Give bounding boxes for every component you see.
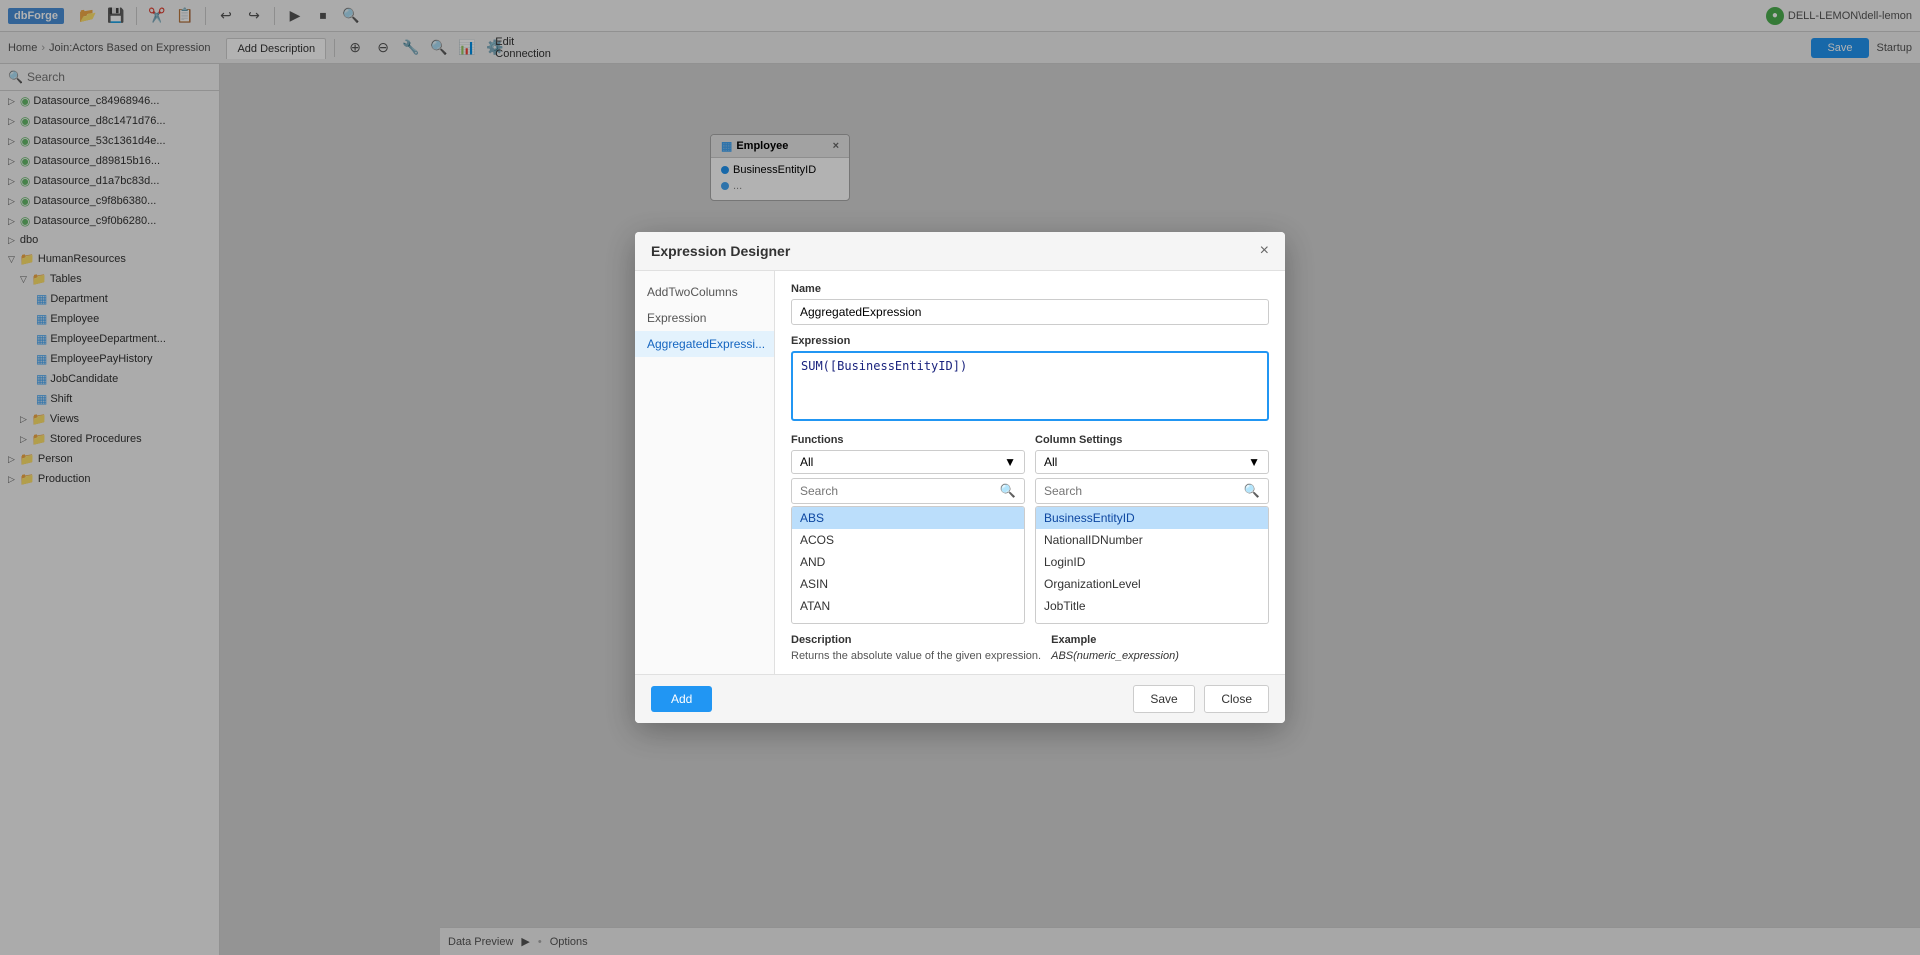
- column-settings-dropdown-value: All: [1044, 455, 1057, 469]
- example-text: ABS(numeric_expression): [1051, 650, 1179, 662]
- list-item[interactable]: BusinessEntityID: [1036, 507, 1268, 529]
- list-item[interactable]: OrganizationLevel: [1036, 573, 1268, 595]
- column-settings-list: BusinessEntityID NationalIDNumber LoginI…: [1035, 506, 1269, 624]
- column-settings-search-icon: 🔍: [1244, 483, 1260, 499]
- description-text: Returns the absolute value of the given …: [791, 650, 1041, 662]
- functions-section: Functions All ▼ 🔍 ABS ACOS AND: [791, 434, 1025, 624]
- modal-body: AddTwoColumns Expression AggregatedExpre…: [635, 271, 1285, 674]
- expression-designer-modal: Expression Designer × AddTwoColumns Expr…: [635, 232, 1285, 723]
- column-settings-label: Column Settings: [1035, 434, 1269, 446]
- list-item[interactable]: JobTitle: [1036, 595, 1268, 617]
- modal-close-btn[interactable]: Close: [1204, 685, 1269, 713]
- list-item[interactable]: LoginID: [1036, 551, 1268, 573]
- modal-nav-addtwocolumns[interactable]: AddTwoColumns: [635, 279, 774, 305]
- column-settings-search-box: 🔍: [1035, 478, 1269, 504]
- name-label: Name: [791, 283, 1269, 295]
- example-label: Example: [1051, 634, 1179, 646]
- modal-close-button[interactable]: ×: [1260, 242, 1269, 260]
- expression-field-group: Expression SUM([BusinessEntityID]): [791, 335, 1269, 424]
- list-item[interactable]: ACOS: [792, 529, 1024, 551]
- functions-label: Functions: [791, 434, 1025, 446]
- name-input[interactable]: [791, 299, 1269, 325]
- modal-save-button[interactable]: Save: [1133, 685, 1194, 713]
- desc-example-row: Description Returns the absolute value o…: [791, 634, 1269, 662]
- modal-header: Expression Designer ×: [635, 232, 1285, 271]
- list-item[interactable]: NationalIDNumber: [1036, 529, 1268, 551]
- functions-dropdown[interactable]: All ▼: [791, 450, 1025, 474]
- functions-dropdown-value: All: [800, 455, 813, 469]
- expression-textarea[interactable]: SUM([BusinessEntityID]): [791, 351, 1269, 421]
- modal-title: Expression Designer: [651, 243, 790, 259]
- functions-list: ABS ACOS AND ASIN ATAN: [791, 506, 1025, 624]
- functions-search-box: 🔍: [791, 478, 1025, 504]
- modal-content: Name Expression SUM([BusinessEntityID]) …: [775, 271, 1285, 674]
- modal-footer: Add Save Close: [635, 674, 1285, 723]
- column-settings-search-input[interactable]: [1044, 484, 1244, 498]
- example-section: Example ABS(numeric_expression): [1051, 634, 1179, 662]
- modal-nav: AddTwoColumns Expression AggregatedExpre…: [635, 271, 775, 674]
- column-settings-dropdown[interactable]: All ▼: [1035, 450, 1269, 474]
- modal-nav-aggregated[interactable]: AggregatedExpressi...: [635, 331, 774, 357]
- list-item[interactable]: AND: [792, 551, 1024, 573]
- modal-overlay: Expression Designer × AddTwoColumns Expr…: [0, 0, 1920, 955]
- column-settings-dropdown-arrow: ▼: [1248, 455, 1260, 469]
- list-item[interactable]: ATAN: [792, 595, 1024, 617]
- functions-search-input[interactable]: [800, 484, 1000, 498]
- modal-footer-right: Save Close: [1133, 685, 1269, 713]
- description-section: Description Returns the absolute value o…: [791, 634, 1041, 662]
- functions-dropdown-arrow: ▼: [1004, 455, 1016, 469]
- add-button[interactable]: Add: [651, 686, 712, 712]
- column-settings-section: Column Settings All ▼ 🔍 BusinessEntityID…: [1035, 434, 1269, 624]
- expression-label: Expression: [791, 335, 1269, 347]
- functions-columns-row: Functions All ▼ 🔍 ABS ACOS AND: [791, 434, 1269, 624]
- list-item[interactable]: ABS: [792, 507, 1024, 529]
- modal-nav-expression[interactable]: Expression: [635, 305, 774, 331]
- list-item[interactable]: ASIN: [792, 573, 1024, 595]
- name-field-group: Name: [791, 283, 1269, 325]
- description-label: Description: [791, 634, 1041, 646]
- functions-search-icon: 🔍: [1000, 483, 1016, 499]
